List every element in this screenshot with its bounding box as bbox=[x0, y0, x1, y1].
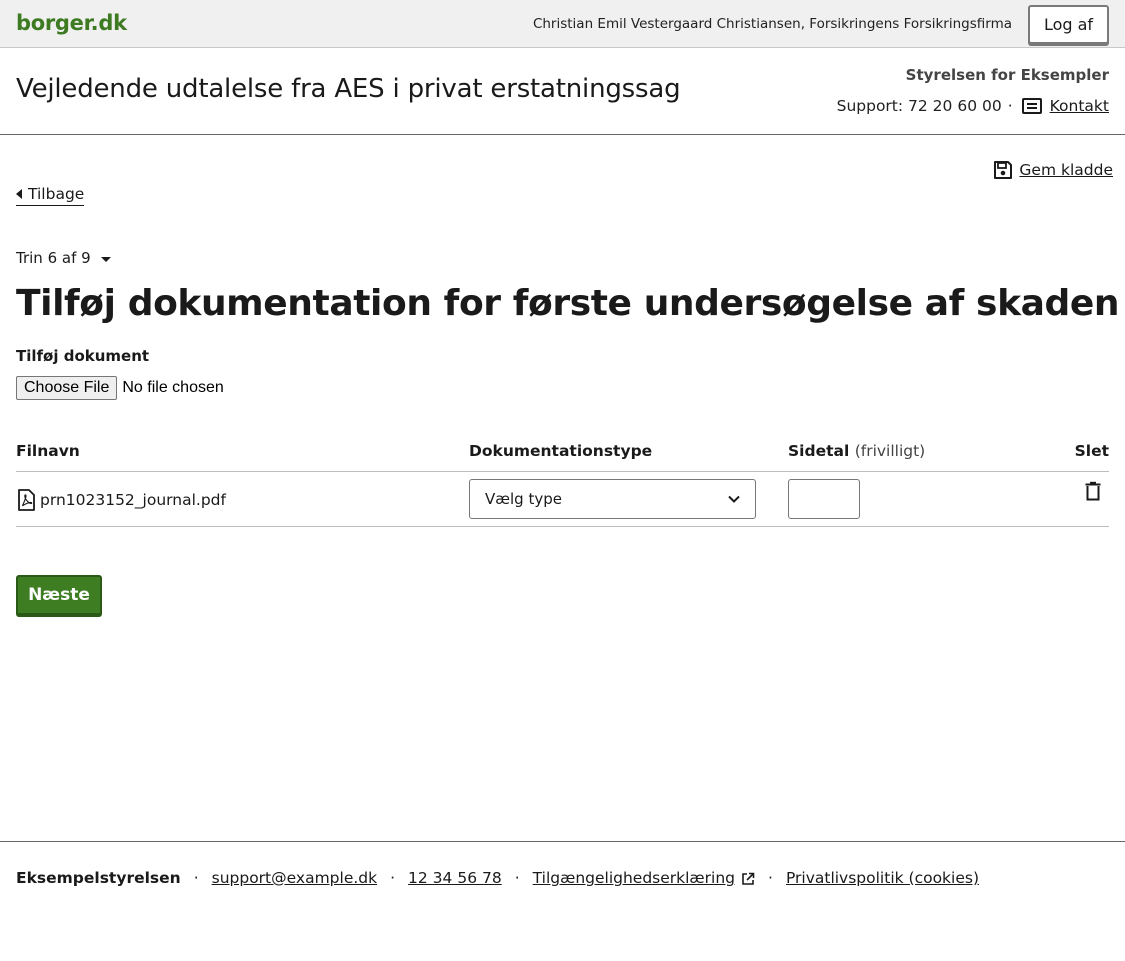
top-bar: borger.dk Christian Emil Vestergaard Chr… bbox=[0, 0, 1125, 48]
header-filename: Filnavn bbox=[16, 442, 80, 460]
save-icon bbox=[994, 161, 1013, 179]
upload-label: Tilføj dokument bbox=[16, 347, 150, 365]
header-pages-label: Sidetal bbox=[788, 442, 850, 460]
back-link[interactable]: Tilbage bbox=[16, 185, 85, 206]
service-title: Vejledende udtalelse fra AES i privat er… bbox=[16, 74, 681, 104]
pdf-file-icon bbox=[18, 489, 35, 511]
table-row: prn1023152_journal.pdf Vælg type bbox=[16, 472, 1109, 527]
footer-links: Eksempelstyrelsen · support@example.dk ·… bbox=[16, 869, 979, 887]
file-name: prn1023152_journal.pdf bbox=[40, 491, 226, 509]
caret-left-icon bbox=[16, 189, 22, 199]
footer-separator: · bbox=[514, 869, 520, 887]
footer-separator: · bbox=[193, 869, 199, 887]
choose-file-button[interactable]: Choose File bbox=[16, 376, 118, 400]
doctype-value: Vælg type bbox=[485, 490, 562, 508]
page-count-input[interactable] bbox=[788, 479, 860, 519]
chevron-down-icon bbox=[728, 495, 740, 503]
caret-down-icon bbox=[100, 257, 111, 262]
support-line: Support: 72 20 60 00 · Kontakt bbox=[837, 97, 1109, 115]
logout-button[interactable]: Log af bbox=[1028, 5, 1109, 44]
external-link-icon bbox=[742, 872, 755, 885]
table-header: Filnavn Dokumentationstype Sidetal (friv… bbox=[16, 438, 1109, 472]
back-label: Tilbage bbox=[28, 185, 85, 203]
footer-email-link[interactable]: support@example.dk bbox=[212, 869, 377, 887]
support-phone: Support: 72 20 60 00 bbox=[836, 97, 1002, 115]
service-header: Vejledende udtalelse fra AES i privat er… bbox=[0, 48, 1125, 135]
save-draft-label: Gem kladde bbox=[1019, 161, 1113, 179]
footer-org: Eksempelstyrelsen bbox=[16, 869, 181, 887]
footer-separator: · bbox=[390, 869, 396, 887]
step-label: Trin 6 af 9 bbox=[16, 249, 91, 267]
accessibility-label: Tilgængelighedserklæring bbox=[532, 869, 735, 887]
footer-separator: · bbox=[768, 869, 773, 887]
header-delete: Slet bbox=[1074, 442, 1109, 460]
step-indicator[interactable]: Trin 6 af 9 bbox=[16, 249, 111, 267]
support-separator: · bbox=[1007, 97, 1013, 115]
file-input[interactable]: Choose File No file chosen bbox=[16, 376, 224, 400]
contact-link[interactable]: Kontakt bbox=[1050, 97, 1109, 115]
footer-privacy-link[interactable]: Privatlivspolitik (cookies) bbox=[786, 869, 979, 887]
file-name-cell: prn1023152_journal.pdf bbox=[16, 489, 226, 511]
page-title: Tilføj dokumentation for første undersøg… bbox=[16, 283, 1120, 324]
footer-phone-link[interactable]: 12 34 56 78 bbox=[408, 869, 502, 887]
header-pages-optional: (frivilligt) bbox=[854, 442, 926, 460]
documents-table: Filnavn Dokumentationstype Sidetal (friv… bbox=[16, 438, 1109, 527]
header-doctype: Dokumentationstype bbox=[469, 442, 653, 460]
logged-in-user: Christian Emil Vestergaard Christiansen,… bbox=[532, 16, 1012, 32]
save-draft-button[interactable]: Gem kladde bbox=[993, 160, 1113, 180]
authority-name: Styrelsen for Eksempler bbox=[905, 66, 1109, 84]
next-button[interactable]: Næste bbox=[16, 575, 102, 615]
header-pages: Sidetal (frivilligt) bbox=[788, 442, 925, 460]
footer: Eksempelstyrelsen · support@example.dk ·… bbox=[0, 841, 1125, 961]
file-status: No file chosen bbox=[122, 379, 224, 396]
trash-icon[interactable] bbox=[1084, 481, 1102, 501]
message-icon bbox=[1021, 98, 1042, 114]
borger-logo[interactable]: borger.dk bbox=[16, 11, 127, 35]
doctype-select[interactable]: Vælg type bbox=[469, 479, 756, 519]
footer-accessibility-link[interactable]: Tilgængelighedserklæring bbox=[533, 869, 755, 887]
